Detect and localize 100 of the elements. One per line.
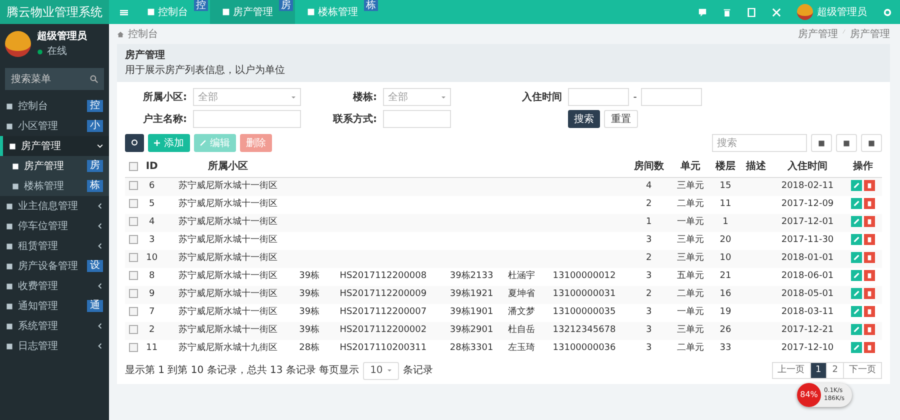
table-cell: 39栋 [299,306,320,317]
trash-icon[interactable] [723,8,731,16]
field-label: 入住时间 [521,90,562,104]
nav-tab[interactable]: 楼栋管理 栋 [295,0,380,24]
table-cell: 苏宁威尼斯水城十一街区 [178,270,278,281]
table-cell: 10 [720,252,732,263]
chat-icon[interactable] [698,8,707,16]
page-icon [147,8,155,16]
checkbox[interactable] [128,216,138,226]
date-field[interactable] [640,88,702,106]
edit-icon[interactable] [850,306,862,317]
delete-icon[interactable] [864,306,875,317]
page-link[interactable]: 下一页 [843,362,882,380]
plus-icon [154,140,160,146]
caret-icon [441,94,446,100]
checkbox[interactable] [128,234,138,244]
delete-icon[interactable] [864,270,875,281]
menu-item[interactable]: 日志管理 [0,336,109,356]
settings-icon[interactable] [883,8,892,16]
menu-item[interactable]: 租赁管理 [0,236,109,256]
delete-icon[interactable] [864,324,875,335]
page-size-select[interactable]: 10 [363,362,399,380]
menu-item-icon [6,282,13,290]
checkbox[interactable] [128,181,138,190]
table-cell: 2017-11-30 [781,234,834,245]
table-cell: 一单元 [676,216,704,227]
table-cell: 8 [148,270,155,281]
delete-icon[interactable] [864,216,875,227]
delete-icon[interactable] [864,288,875,299]
table-cell: 21 [720,270,732,281]
text-field[interactable] [383,110,451,128]
edit-icon[interactable] [850,270,862,281]
table-cell: 7 [148,306,155,317]
page-link[interactable]: 上一页 [772,362,811,380]
edit-icon[interactable] [850,216,862,227]
table-cell: 13212345678 [552,324,616,335]
page-link[interactable]: 2 [826,362,844,380]
menu-item[interactable]: 业主信息管理 [0,196,109,216]
table-cell: 苏宁威尼斯水城十一街区 [178,234,278,245]
edit-icon[interactable] [850,198,862,209]
checkbox[interactable] [128,288,138,298]
menu-item[interactable]: 停车位管理 [0,216,109,236]
menu-item[interactable]: 小区管理 小 [0,116,109,136]
breadcrumb-link[interactable]: 控制台 [128,26,158,42]
table-cell: 苏宁威尼斯水城十一街区 [178,198,278,209]
caret-icon [386,368,392,373]
delete-icon[interactable] [864,180,875,192]
search-button[interactable]: 搜索 [568,110,600,128]
table-cell: 1 [646,216,652,227]
breadcrumb-link[interactable]: 房产管理 [798,26,838,42]
checkbox[interactable] [128,270,138,280]
delete-icon[interactable] [864,234,875,245]
table-cell: 4 [148,216,155,227]
menu-item[interactable]: 房产管理 房 [0,156,109,176]
delete-icon[interactable] [864,252,875,263]
delete-icon[interactable] [864,342,875,353]
edit-icon[interactable] [850,234,862,245]
table-cell: 二单元 [676,288,704,299]
menu-item[interactable]: 控制台 控 [0,96,109,116]
checkbox[interactable] [128,162,138,171]
breadcrumb-link[interactable]: 房产管理 [850,26,890,42]
table-cell: 夏坤省 [508,288,536,299]
export-button[interactable] [861,134,882,152]
edit-icon[interactable] [850,252,862,263]
list-button[interactable] [811,134,832,152]
table-cell: 26 [720,324,732,335]
refresh-button[interactable] [125,134,144,152]
date-field[interactable] [568,88,630,106]
menu-item[interactable]: 房产管理 [0,136,109,156]
menu-item[interactable]: 系统管理 [0,316,109,336]
reset-button[interactable]: 重置 [604,110,638,128]
text-field[interactable] [193,110,301,128]
menu-item[interactable]: 房产设备管理 设 [0,256,109,276]
table-cell: 潘文梦 [508,306,536,317]
checkbox[interactable] [128,306,138,316]
edit-icon[interactable] [850,342,862,353]
edit-icon[interactable] [850,180,862,192]
table-cell: 11 [720,198,732,209]
menu-item[interactable]: 通知管理 通 [0,296,109,316]
menu-item[interactable]: 楼栋管理 栋 [0,176,109,196]
table-cell: 4 [646,181,652,191]
nav-tab[interactable]: 控制台 控 [135,0,210,24]
menu-search-field[interactable]: 搜索菜单 [5,68,104,90]
checkbox[interactable] [128,198,138,208]
table-cell: 39栋 [299,270,320,281]
menu-item-icon [6,302,13,310]
fullscreen-icon[interactable] [772,8,781,16]
checkbox[interactable] [128,342,138,352]
field-label: 所属小区: [142,90,187,104]
search-icon [90,75,98,83]
table-cell: 39栋1921 [450,288,494,299]
table-cell: 3 [646,324,652,335]
delete-icon[interactable] [864,198,875,209]
edit-icon[interactable] [850,288,862,299]
columns-button[interactable] [836,134,857,152]
checkbox[interactable] [128,252,138,262]
edit-icon[interactable] [850,324,862,335]
checkbox[interactable] [128,324,138,334]
table-cell: HS2017112200007 [340,306,427,317]
menu-item[interactable]: 收费管理 [0,276,109,296]
